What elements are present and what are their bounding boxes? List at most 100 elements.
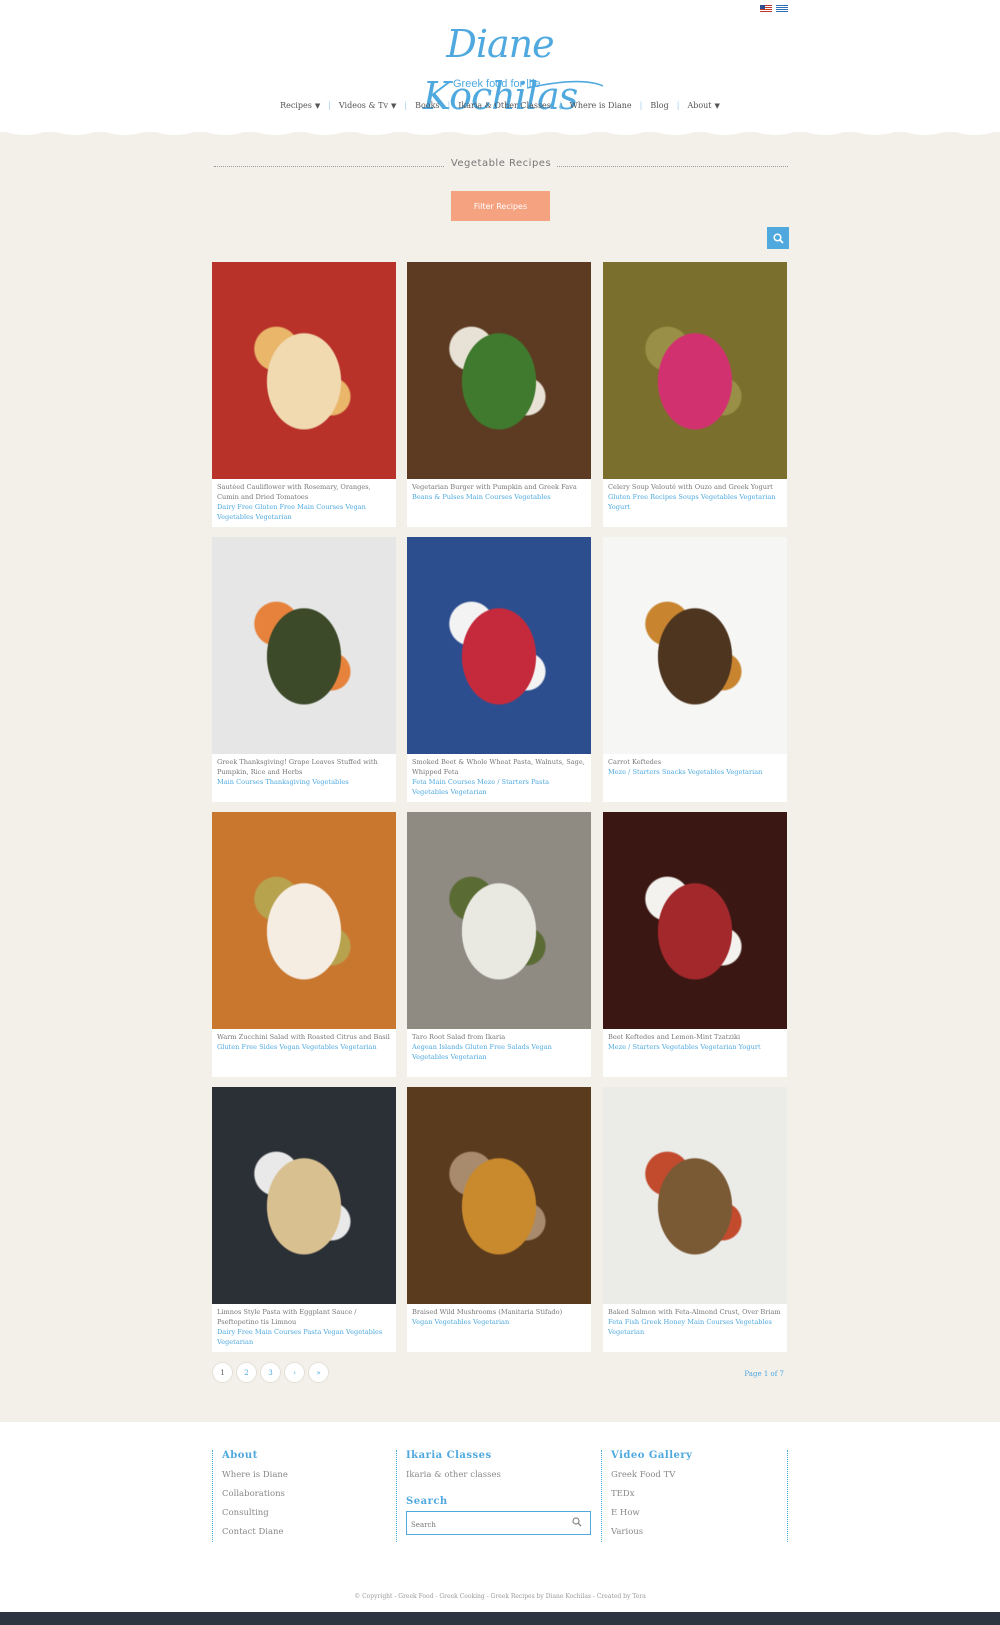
recipe-tags[interactable]: Meze / Starters Vegetables Vegetarian Yo…: [608, 1042, 782, 1052]
recipe-card[interactable]: Sautéed Cauliflower with Rosemary, Orang…: [212, 262, 396, 527]
recipe-tags[interactable]: Aegean Islands Gluten Free Salads Vegan …: [412, 1042, 586, 1062]
filter-recipes-button[interactable]: Filter Recipes: [451, 191, 550, 221]
site-logo[interactable]: Diane Kochilas Greek food for life: [395, 18, 605, 118]
recipe-photo[interactable]: [212, 262, 396, 479]
recipe-title[interactable]: Greek Thanksgiving! Grape Leaves Stuffed…: [217, 757, 391, 777]
recipe-title[interactable]: Limnos Style Pasta with Eggplant Sauce /…: [217, 1307, 391, 1327]
page-1-button[interactable]: 1: [212, 1362, 233, 1383]
footer-link-consulting[interactable]: Consulting: [222, 1508, 400, 1518]
recipe-card[interactable]: Limnos Style Pasta with Eggplant Sauce /…: [212, 1087, 396, 1352]
recipe-photo[interactable]: [407, 537, 591, 754]
recipe-card[interactable]: Baked Salmon with Feta-Almond Crust, Ove…: [603, 1087, 787, 1352]
recipe-photo[interactable]: [407, 1087, 591, 1304]
copyright: © Copyright - Greek Food - Greek Cooking…: [354, 1593, 646, 1600]
recipe-photo[interactable]: [603, 1087, 787, 1304]
nav-videos-tv[interactable]: Videos & Tv ▼: [331, 101, 404, 110]
footer-link-contact-diane[interactable]: Contact Diane: [222, 1527, 400, 1537]
recipe-photo[interactable]: [603, 537, 787, 754]
recipe-info: Carrot Keftedes Meze / Starters Snacks Ve…: [608, 757, 782, 777]
recipe-title[interactable]: Taro Root Salad from Ikaria: [412, 1032, 586, 1042]
recipe-photo[interactable]: [212, 812, 396, 1029]
recipe-card[interactable]: Celery Soup Velouté with Ouzo and Greek …: [603, 262, 787, 527]
footer-search-input[interactable]: [407, 1515, 565, 1535]
footer-search-box: [406, 1511, 591, 1535]
nav-label: Ikaria & Other Classes: [458, 101, 551, 110]
recipe-tags[interactable]: Beans & Pulses Main Courses Vegetables: [412, 492, 586, 502]
recipe-info: Vegetarian Burger with Pumpkin and Greek…: [412, 482, 586, 502]
nav-ikaria-classes[interactable]: Ikaria & Other Classes: [450, 101, 559, 110]
footer-link-various[interactable]: Various: [611, 1527, 789, 1537]
recipe-title[interactable]: Carrot Keftedes: [608, 757, 782, 767]
bottom-bar: [0, 1612, 1000, 1625]
recipe-photo[interactable]: [212, 1087, 396, 1304]
chevron-down-icon: ▼: [390, 102, 397, 110]
recipe-title[interactable]: Vegetarian Burger with Pumpkin and Greek…: [412, 482, 586, 492]
recipe-photo[interactable]: [603, 812, 787, 1029]
recipe-title[interactable]: Baked Salmon with Feta-Almond Crust, Ove…: [608, 1307, 782, 1317]
recipe-card[interactable]: Braised Wild Mushrooms (Manitaria Stifad…: [407, 1087, 591, 1352]
footer-link-where-is-diane[interactable]: Where is Diane: [222, 1470, 400, 1480]
recipe-card[interactable]: Vegetarian Burger with Pumpkin and Greek…: [407, 262, 591, 527]
nav-label: Blog: [650, 101, 669, 110]
nav-books[interactable]: Books: [407, 101, 447, 110]
recipe-title[interactable]: Smoked Beet & Whole Wheat Pasta, Walnuts…: [412, 757, 586, 777]
recipe-tags[interactable]: Gluten Free Sides Vegan Vegetables Veget…: [217, 1042, 391, 1052]
recipe-info: Smoked Beet & Whole Wheat Pasta, Walnuts…: [412, 757, 586, 797]
recipe-card[interactable]: Greek Thanksgiving! Grape Leaves Stuffed…: [212, 537, 396, 802]
recipe-card[interactable]: Taro Root Salad from Ikaria Aegean Island…: [407, 812, 591, 1077]
nav-where-is-diane[interactable]: Where is Diane: [562, 101, 640, 110]
recipe-card[interactable]: Carrot Keftedes Meze / Starters Snacks Ve…: [603, 537, 787, 802]
recipe-info: Warm Zucchini Salad with Roasted Citrus …: [217, 1032, 391, 1052]
header-wave-divider: [0, 124, 1000, 135]
recipe-tags[interactable]: Feta Fish Greek Honey Main Courses Veget…: [608, 1317, 782, 1337]
recipe-photo[interactable]: [407, 812, 591, 1029]
footer-link-e-how[interactable]: E How: [611, 1508, 789, 1518]
recipe-tags[interactable]: Feta Main Courses Meze / Starters Pasta …: [412, 777, 586, 797]
page-3-button[interactable]: 3: [260, 1362, 281, 1383]
last-page-button[interactable]: »: [308, 1362, 329, 1383]
recipe-tags[interactable]: Dairy Free Gluten Free Main Courses Vega…: [217, 502, 391, 522]
recipe-title[interactable]: Braised Wild Mushrooms (Manitaria Stifad…: [412, 1307, 586, 1317]
recipe-card[interactable]: Smoked Beet & Whole Wheat Pasta, Walnuts…: [407, 537, 591, 802]
main-nav: Recipes ▼ | Videos & Tv ▼ | Books | Ikaria & Oth…: [0, 101, 1000, 110]
recipe-title[interactable]: Sautéed Cauliflower with Rosemary, Orang…: [217, 482, 391, 502]
recipe-tags[interactable]: Dairy Free Main Courses Pasta Vegan Vege…: [217, 1327, 391, 1347]
recipe-info: Sautéed Cauliflower with Rosemary, Orang…: [217, 482, 391, 522]
recipe-tags[interactable]: Main Courses Thanksgiving Vegetables: [217, 777, 391, 787]
nav-about[interactable]: About ▼: [679, 101, 727, 110]
recipe-photo[interactable]: [212, 537, 396, 754]
footer-about-heading[interactable]: About: [222, 1450, 400, 1461]
recipe-photo[interactable]: [407, 262, 591, 479]
recipe-title[interactable]: Celery Soup Velouté with Ouzo and Greek …: [608, 482, 782, 492]
recipe-info: Greek Thanksgiving! Grape Leaves Stuffed…: [217, 757, 391, 787]
recipe-tags[interactable]: Gluten Free Recipes Soups Vegetables Veg…: [608, 492, 782, 512]
language-flags: [760, 5, 788, 13]
recipe-info: Beet Keftedes and Lemon-Mint Tzatziki Mez…: [608, 1032, 782, 1052]
footer-ikaria-heading[interactable]: Ikaria Classes: [406, 1450, 591, 1461]
search-icon[interactable]: [572, 1517, 582, 1527]
footer-link-collaborations[interactable]: Collaborations: [222, 1489, 400, 1499]
pagination: 1 2 3 › »: [212, 1362, 329, 1383]
footer-link-greek-food-tv[interactable]: Greek Food TV: [611, 1470, 789, 1480]
page-title: Vegetable Recipes: [444, 158, 558, 169]
next-page-button[interactable]: ›: [284, 1362, 305, 1383]
page-2-button[interactable]: 2: [236, 1362, 257, 1383]
footer-divider: [787, 1450, 788, 1542]
recipe-card[interactable]: Warm Zucchini Salad with Roasted Citrus …: [212, 812, 396, 1077]
greek-flag-icon[interactable]: [776, 5, 788, 13]
recipe-title[interactable]: Beet Keftedes and Lemon-Mint Tzatziki: [608, 1032, 782, 1042]
nav-recipes[interactable]: Recipes ▼: [272, 101, 328, 110]
recipe-tags[interactable]: Meze / Starters Snacks Vegetables Vegeta…: [608, 767, 782, 777]
recipe-card[interactable]: Beet Keftedes and Lemon-Mint Tzatziki Mez…: [603, 812, 787, 1077]
recipe-tags[interactable]: Vegan Vegetables Vegetarian: [412, 1317, 586, 1327]
footer-ikaria-column: Ikaria Classes Ikaria & other classes Se…: [396, 1450, 591, 1542]
footer-link-ikaria-classes[interactable]: Ikaria & other classes: [406, 1470, 591, 1480]
search-button[interactable]: [767, 227, 789, 249]
recipe-info: Limnos Style Pasta with Eggplant Sauce /…: [217, 1307, 391, 1347]
recipe-title[interactable]: Warm Zucchini Salad with Roasted Citrus …: [217, 1032, 391, 1042]
us-flag-icon[interactable]: [760, 5, 772, 13]
recipe-photo[interactable]: [603, 262, 787, 479]
nav-blog[interactable]: Blog: [642, 101, 676, 110]
footer-link-tedx[interactable]: TEDx: [611, 1489, 789, 1499]
footer-video-heading[interactable]: Video Gallery: [611, 1450, 789, 1461]
